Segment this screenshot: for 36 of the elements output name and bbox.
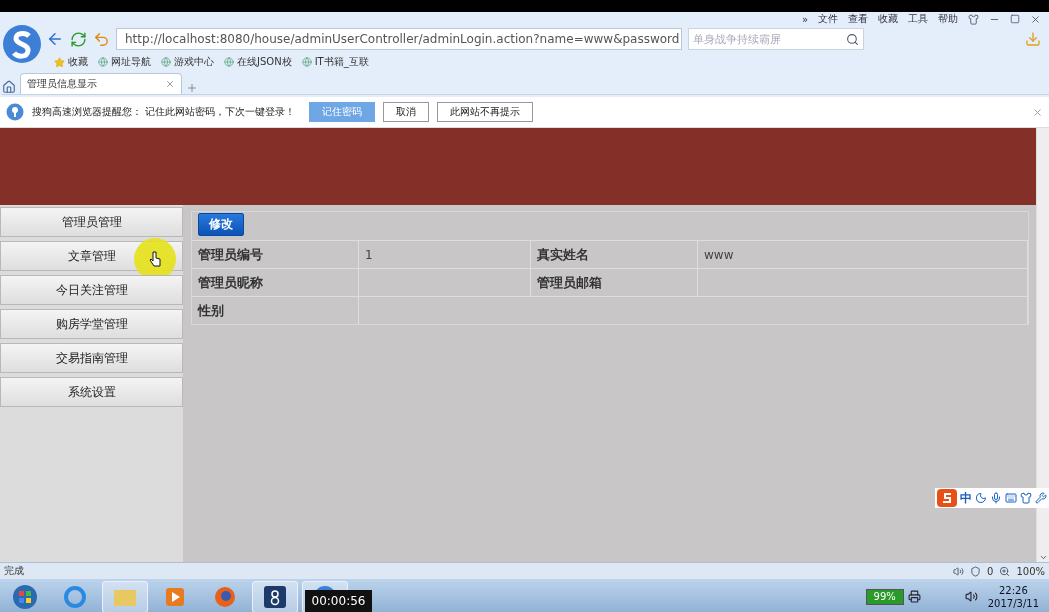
menu-item[interactable]: » bbox=[801, 13, 808, 25]
field-value: www bbox=[698, 240, 1028, 268]
battery-level: 99% bbox=[865, 588, 904, 605]
zoom-level[interactable]: 100% bbox=[1016, 565, 1045, 577]
field-label: 管理员编号 bbox=[192, 240, 359, 268]
field-label: 真实姓名 bbox=[531, 240, 698, 268]
edit-button[interactable]: 修改 bbox=[198, 213, 244, 236]
field-value: 1 bbox=[359, 240, 531, 268]
menu-item[interactable]: 工具 bbox=[908, 12, 928, 26]
menu-item[interactable]: 文件 bbox=[818, 12, 838, 26]
shield-count: 0 bbox=[987, 565, 994, 577]
ime-mode: 中 bbox=[960, 489, 972, 507]
bookmark-link[interactable]: 收藏 bbox=[54, 55, 88, 69]
timestamp-tooltip: 00:00:56 bbox=[305, 590, 372, 612]
field-label: 性别 bbox=[192, 296, 359, 324]
notification-button[interactable]: 取消 bbox=[383, 102, 430, 122]
bookmark-link[interactable]: 在线JSON校 bbox=[224, 55, 292, 69]
sidebar-item[interactable]: 今日关注管理 bbox=[0, 275, 183, 305]
clock[interactable]: 22:26 2017/3/11 bbox=[987, 583, 1039, 610]
menu-item[interactable]: 收藏 bbox=[878, 12, 898, 26]
sidebar-item[interactable]: 购房学堂管理 bbox=[0, 309, 183, 339]
sidebar-item[interactable]: 交易指南管理 bbox=[0, 343, 183, 373]
browser-tab[interactable]: 管理员信息显示 bbox=[20, 73, 182, 94]
status-text: 完成 bbox=[4, 564, 24, 578]
sidebar-item[interactable]: 系统设置 bbox=[0, 377, 183, 407]
notification-button[interactable]: 此网站不再提示 bbox=[437, 102, 534, 122]
sidebar-item[interactable]: 管理员管理 bbox=[0, 207, 183, 237]
field-label: 管理员邮箱 bbox=[531, 268, 698, 296]
bookmark-link[interactable]: 网址导航 bbox=[98, 55, 151, 69]
bookmark-link[interactable]: 游戏中心 bbox=[161, 55, 214, 69]
address-field[interactable]: http://localhost:8080/house/adminUserController/adminLogin.action?name=www&password bbox=[116, 28, 682, 50]
bookmark-link[interactable]: IT书籍_互联 bbox=[301, 55, 369, 69]
menu-item[interactable]: 查看 bbox=[848, 12, 868, 26]
menu-item[interactable]: 帮助 bbox=[938, 12, 958, 26]
notification-text: 搜狗高速浏览器提醒您： 记住此网站密码，下次一键登录！ bbox=[32, 105, 296, 119]
field-label: 管理员昵称 bbox=[192, 268, 359, 296]
